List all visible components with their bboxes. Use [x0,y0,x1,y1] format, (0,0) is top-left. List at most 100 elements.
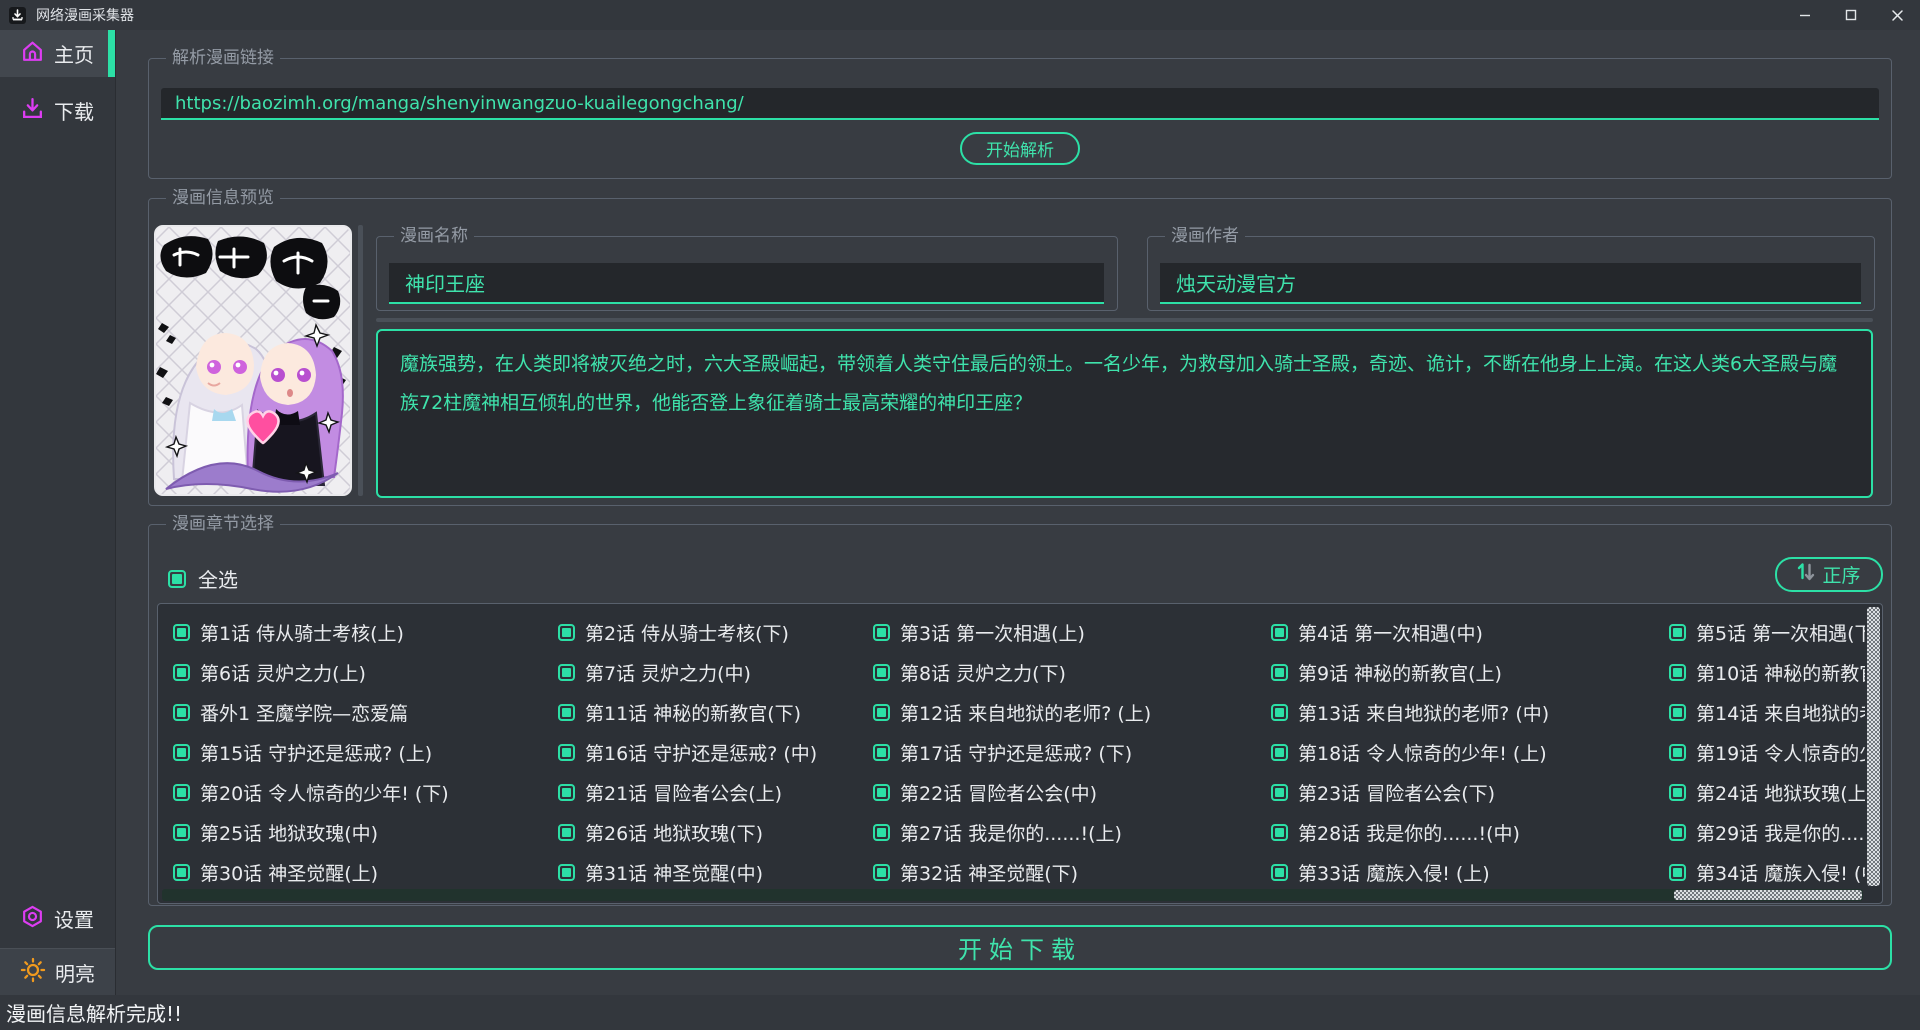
chapter-checkbox[interactable] [173,864,190,881]
chapter-item[interactable]: 第25话 地狱玫瑰(中) [173,812,558,852]
sort-order-button[interactable]: 正序 [1775,557,1883,592]
horizontal-scrollbar-track[interactable] [162,889,1863,901]
chapter-checkbox[interactable] [173,664,190,681]
chapter-label: 第28话 我是你的......!(中) [1298,819,1520,846]
chapter-item[interactable]: 第11话 神秘的新教官(下) [558,692,873,732]
chapter-checkbox[interactable] [173,784,190,801]
vertical-scrollbar[interactable] [1867,607,1880,886]
chapter-item[interactable]: 第15话 守护还是惩戒? (上) [173,732,558,772]
chapter-checkbox[interactable] [1669,704,1686,721]
manga-description-text: 魔族强势，在人类即将被灭绝之时，六大圣殿崛起，带领着人类守住最后的领土。一名少年… [400,345,1849,423]
chapter-item[interactable]: 第21话 冒险者公会(上) [558,772,873,812]
chapter-item[interactable]: 第13话 来自地狱的老师? (中) [1271,692,1669,732]
chapter-item[interactable]: 第30话 神圣觉醒(上) [173,852,558,888]
chapter-checkbox[interactable] [873,664,890,681]
chapter-item[interactable]: 第20话 令人惊奇的少年! (下) [173,772,558,812]
chapter-checkbox[interactable] [1669,824,1686,841]
chapter-label: 第30话 神圣觉醒(上) [200,859,378,886]
start-parse-button[interactable]: 开始解析 [960,132,1080,165]
chapter-item[interactable]: 第16话 守护还是惩戒? (中) [558,732,873,772]
chapter-item[interactable]: 第29话 我是你的...... [1669,812,1865,852]
chapter-checkbox[interactable] [1669,784,1686,801]
chapter-checkbox[interactable] [558,824,575,841]
chapter-item[interactable]: 第12话 来自地狱的老师? (上) [873,692,1271,732]
chapter-checkbox[interactable] [873,744,890,761]
chapter-checkbox[interactable] [558,744,575,761]
chapter-item[interactable]: 第4话 第一次相遇(中) [1271,612,1669,652]
chapter-item[interactable]: 第23话 冒险者公会(下) [1271,772,1669,812]
chapter-checkbox[interactable] [1669,664,1686,681]
chapter-checkbox[interactable] [173,744,190,761]
chapter-item[interactable]: 第32话 神圣觉醒(下) [873,852,1271,888]
chapter-item[interactable]: 第6话 灵炉之力(上) [173,652,558,692]
manga-cover-image [154,225,352,496]
chapter-checkbox[interactable] [873,704,890,721]
chapter-item[interactable]: 第22话 冒险者公会(中) [873,772,1271,812]
sidebar-item-download[interactable]: 下载 [0,87,115,134]
chapter-item[interactable]: 第18话 令人惊奇的少年! (上) [1271,732,1669,772]
chapter-item[interactable]: 第2话 侍从骑士考核(下) [558,612,873,652]
chapter-item[interactable]: 第5话 第一次相遇(下 [1669,612,1865,652]
chapter-item[interactable]: 第7话 灵炉之力(中) [558,652,873,692]
sidebar-item-settings[interactable]: 设置 [0,895,115,942]
manga-name-input[interactable] [389,263,1104,304]
chapter-checkbox[interactable] [1271,864,1288,881]
chapter-checkbox[interactable] [1669,744,1686,761]
chapter-checkbox[interactable] [873,864,890,881]
chapter-item[interactable]: 第24话 地狱玫瑰(上) [1669,772,1865,812]
chapter-item[interactable]: 第19话 令人惊奇的少 [1669,732,1865,772]
chapter-checkbox[interactable] [558,784,575,801]
chapter-checkbox[interactable] [558,864,575,881]
chapter-checkbox[interactable] [1271,624,1288,641]
chapter-checkbox[interactable] [173,624,190,641]
manga-author-input[interactable] [1160,263,1861,304]
chapter-item[interactable]: 番外1 圣魔学院—恋爱篇 [173,692,558,732]
chapter-label: 第22话 冒险者公会(中) [900,779,1097,806]
start-download-button[interactable]: 开始下载 [148,925,1892,970]
chapter-select-group-title: 漫画章节选择 [166,514,280,534]
chapter-item[interactable]: 第17话 守护还是惩戒? (下) [873,732,1271,772]
chapter-checkbox[interactable] [1271,784,1288,801]
chapter-item[interactable]: 第31话 神圣觉醒(中) [558,852,873,888]
select-all-label: 全选 [198,564,238,593]
chapter-item[interactable]: 第27话 我是你的......!(上) [873,812,1271,852]
chapter-item[interactable]: 第8话 灵炉之力(下) [873,652,1271,692]
chapter-label: 第34话 魔族入侵! (中 [1696,859,1865,886]
chapter-item[interactable]: 第9话 神秘的新教官(上) [1271,652,1669,692]
chapter-checkbox[interactable] [1271,824,1288,841]
chapter-checkbox[interactable] [173,824,190,841]
chapter-checkbox[interactable] [558,624,575,641]
chapter-item[interactable]: 第33话 魔族入侵! (上) [1271,852,1669,888]
maximize-button[interactable] [1828,0,1874,30]
chapter-checkbox[interactable] [1271,704,1288,721]
horizontal-scrollbar-thumb[interactable] [1674,890,1862,900]
select-all-checkbox[interactable] [168,570,186,588]
chapter-checkbox[interactable] [173,704,190,721]
chapter-item[interactable]: 第34话 魔族入侵! (中 [1669,852,1865,888]
chapter-item[interactable]: 第1话 侍从骑士考核(上) [173,612,558,652]
chapter-checkbox[interactable] [873,784,890,801]
chapter-item[interactable]: 第3话 第一次相遇(上) [873,612,1271,652]
chapter-checkbox[interactable] [558,664,575,681]
chapter-checkbox[interactable] [1271,664,1288,681]
chapter-item[interactable]: 第28话 我是你的......!(中) [1271,812,1669,852]
chapter-checkbox[interactable] [558,704,575,721]
chapter-checkbox[interactable] [873,824,890,841]
chapter-checkbox[interactable] [873,624,890,641]
sidebar-item-home[interactable]: 主页 [0,30,115,77]
chapter-label: 第33话 魔族入侵! (上) [1298,859,1490,886]
chapter-label: 第23话 冒险者公会(下) [1298,779,1495,806]
manga-description-box[interactable]: 魔族强势，在人类即将被灭绝之时，六大圣殿崛起，带领着人类守住最后的领土。一名少年… [376,329,1873,498]
theme-toggle-button[interactable]: 明亮 [0,948,115,995]
theme-toggle-label: 明亮 [55,958,95,987]
select-all-row[interactable]: 全选 [168,564,238,593]
chapter-item[interactable]: 第14话 来自地狱的老 [1669,692,1865,732]
close-button[interactable] [1874,0,1920,30]
chapter-item[interactable]: 第10话 神秘的新教官 [1669,652,1865,692]
chapter-item[interactable]: 第26话 地狱玫瑰(下) [558,812,873,852]
chapter-checkbox[interactable] [1271,744,1288,761]
minimize-button[interactable] [1782,0,1828,30]
chapter-checkbox[interactable] [1669,624,1686,641]
chapter-checkbox[interactable] [1669,864,1686,881]
manga-url-input[interactable] [161,88,1879,120]
